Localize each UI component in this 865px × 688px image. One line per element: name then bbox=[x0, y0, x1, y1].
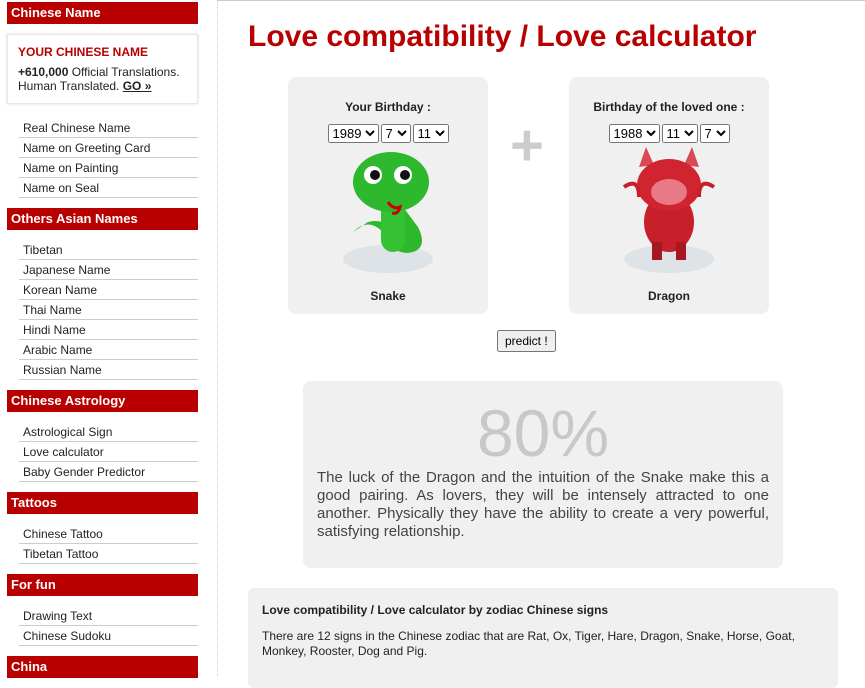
promo-go-link[interactable]: GO » bbox=[123, 79, 152, 93]
sidebar-section-header: Others Asian Names bbox=[7, 208, 198, 230]
your-birthday-label: Your Birthday : bbox=[345, 100, 431, 114]
sidebar-link[interactable]: Russian Name bbox=[19, 360, 198, 380]
sidebar-link[interactable]: Love calculator bbox=[19, 442, 198, 462]
promo-title: YOUR CHINESE NAME bbox=[18, 45, 149, 59]
sidebar-link[interactable]: Hindi Name bbox=[19, 320, 198, 340]
sidebar-divider bbox=[217, 0, 218, 676]
compatibility-percent: 80% bbox=[476, 396, 610, 470]
page-title: Love compatibility / Love calculator bbox=[248, 20, 757, 53]
sidebar-link[interactable]: Name on Greeting Card bbox=[19, 138, 198, 158]
sidebar-link[interactable]: Real Chinese Name bbox=[19, 118, 198, 138]
info-title: Love compatibility / Love calculator by … bbox=[262, 603, 609, 617]
sidebar-link[interactable]: Name on Seal bbox=[19, 178, 198, 198]
loved-day-select[interactable]: 7 bbox=[699, 124, 730, 143]
sidebar-link[interactable]: Tibetan bbox=[19, 240, 198, 260]
top-border bbox=[218, 0, 865, 1]
sidebar-link[interactable]: Baby Gender Predictor bbox=[19, 462, 198, 482]
result-panel: 80% The luck of the Dragon and the intui… bbox=[303, 381, 783, 568]
sidebar: Chinese Name YOUR CHINESE NAME +610,000 Of… bbox=[7, 2, 198, 688]
your-sign-name: Snake bbox=[370, 289, 406, 303]
sidebar-section-header: Chinese Astrology bbox=[7, 390, 198, 412]
sidebar-link[interactable]: Thai Name bbox=[19, 300, 198, 320]
promo-count: +610,000 bbox=[18, 65, 69, 79]
sidebar-section-header: Tattoos bbox=[7, 492, 198, 514]
predict-button[interactable]: predict ! bbox=[497, 330, 556, 352]
your-year-select[interactable]: 1989 bbox=[327, 124, 379, 143]
sidebar-menu: Chinese Tattoo Tibetan Tattoo bbox=[7, 524, 198, 564]
result-text: The luck of the Dragon and the intuition… bbox=[317, 469, 769, 540]
sidebar-link[interactable]: Astrological Sign bbox=[19, 422, 198, 442]
info-paragraph: There are 12 signs in the Chinese zodiac… bbox=[262, 629, 795, 658]
sidebar-section-header: For fun bbox=[7, 574, 198, 596]
sidebar-menu: Astrological Sign Love calculator Baby Gen… bbox=[7, 422, 198, 482]
loved-birthday-label: Birthday of the loved one : bbox=[593, 100, 745, 114]
sidebar-section-header: Chinese Name bbox=[7, 2, 198, 24]
snake-image bbox=[343, 152, 433, 273]
chinese-name-promo: YOUR CHINESE NAME +610,000 Official Trans… bbox=[7, 34, 198, 104]
loved-sign-name: Dragon bbox=[648, 289, 690, 303]
sidebar-section-header: China bbox=[7, 656, 198, 678]
sidebar-link[interactable]: Chinese Tattoo bbox=[19, 524, 198, 544]
loved-month-select[interactable]: 11 bbox=[661, 124, 698, 143]
your-day-select[interactable]: 11 bbox=[412, 124, 449, 143]
sidebar-link[interactable]: Korean Name bbox=[19, 280, 198, 300]
your-month-select[interactable]: 7 bbox=[380, 124, 411, 143]
sidebar-link[interactable]: Arabic Name bbox=[19, 340, 198, 360]
sidebar-menu: Drawing Text Chinese Sudoku bbox=[7, 606, 198, 646]
info-panel: Love compatibility / Love calculator by … bbox=[248, 588, 838, 688]
sidebar-link[interactable]: Drawing Text bbox=[19, 606, 198, 626]
loved-birthday-card: Birthday of the loved one : 1988 11 7 Drag… bbox=[569, 77, 769, 314]
loved-year-select[interactable]: 1988 bbox=[608, 124, 660, 143]
sidebar-link[interactable]: Tibetan Tattoo bbox=[19, 544, 198, 564]
sidebar-menu: Tibetan Japanese Name Korean Name Thai Name… bbox=[7, 240, 198, 380]
promo-text: Official Translations. bbox=[68, 65, 180, 79]
dragon-image bbox=[622, 147, 716, 273]
sidebar-menu: Real Chinese Name Name on Greeting Card Na… bbox=[7, 118, 198, 198]
sidebar-link[interactable]: Name on Painting bbox=[19, 158, 198, 178]
sidebar-link[interactable]: Chinese Sudoku bbox=[19, 626, 198, 646]
your-birthday-card: Your Birthday : 1989 7 11 Snake bbox=[288, 77, 488, 314]
promo-text2: Human Translated. bbox=[18, 79, 123, 93]
sidebar-link[interactable]: Japanese Name bbox=[19, 260, 198, 280]
plus-icon: + bbox=[510, 113, 544, 178]
